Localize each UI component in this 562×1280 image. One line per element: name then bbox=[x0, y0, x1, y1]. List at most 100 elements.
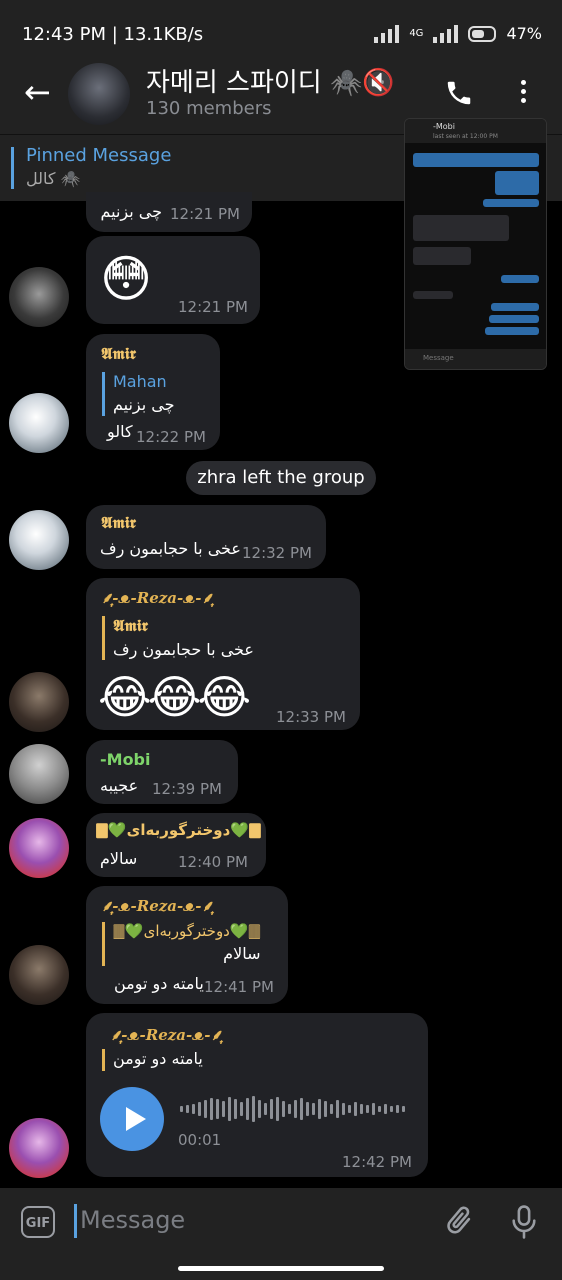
play-icon bbox=[126, 1107, 146, 1131]
message-bubble[interactable]: 𝕬𝖒𝖎𝖗 Mahan چی بزنیم کالو 12:22 PM bbox=[86, 334, 220, 450]
message-bubble[interactable]: ⸙͎-ᴥ-𝑹𝒆𝒛𝒂-ᴥ-⸙͎ 𝕬𝖒𝖎𝖗 عخی با حجابمون رف 😂😂… bbox=[86, 578, 360, 730]
pinned-indicator bbox=[11, 147, 14, 189]
reply-text: سالام bbox=[223, 944, 261, 963]
phone-icon[interactable] bbox=[444, 78, 474, 112]
reply-preview[interactable]: Mahan چی بزنیم bbox=[102, 372, 175, 416]
pinned-text: كالل 🕷️ bbox=[26, 169, 81, 188]
avatar[interactable] bbox=[9, 1118, 69, 1178]
screenshot-preview[interactable]: -Mobi last seen at 12:00 PM Message bbox=[404, 118, 547, 370]
back-arrow-icon[interactable]: ← bbox=[24, 76, 51, 108]
waveform-bar bbox=[324, 1101, 327, 1117]
battery-percent: 47% bbox=[506, 24, 542, 43]
emoji: 😳 bbox=[100, 250, 153, 308]
group-avatar[interactable] bbox=[68, 63, 130, 125]
message-text: عجیبه bbox=[100, 776, 139, 795]
waveform-bar bbox=[216, 1099, 219, 1119]
waveform-bar bbox=[378, 1106, 381, 1112]
message-input-bar: GIF Message bbox=[0, 1188, 562, 1280]
waveform-bar bbox=[402, 1106, 405, 1112]
reply-text: یامته دو تومن bbox=[113, 1049, 203, 1068]
message-time: 12:33 PM bbox=[276, 708, 346, 726]
sender-name: 𝕬𝖒𝖎𝖗 bbox=[101, 513, 136, 532]
more-options-icon[interactable] bbox=[521, 80, 527, 107]
message-bubble[interactable]: 𝕬𝖒𝖎𝖗 عخی با حجابمون رف 12:32 PM bbox=[86, 505, 326, 569]
status-time-speed: 12:43 PM | 13.1KB/s bbox=[22, 24, 204, 45]
waveform-bar bbox=[228, 1097, 231, 1121]
thumb-bubble bbox=[483, 199, 539, 207]
message-time: 12:22 PM bbox=[136, 428, 206, 446]
pinned-label: Pinned Message bbox=[26, 145, 172, 166]
waveform-bar bbox=[330, 1104, 333, 1114]
text-cursor bbox=[74, 1204, 77, 1238]
sender-name: -Mobi bbox=[100, 750, 151, 769]
waveform-bar bbox=[318, 1099, 321, 1119]
waveform-bar bbox=[258, 1100, 261, 1118]
cell-signal-icon bbox=[433, 24, 459, 43]
wifi-signal-icon bbox=[374, 24, 400, 43]
message-time: 12:41 PM bbox=[204, 978, 274, 996]
group-title[interactable]: 자메리 스파이디 🕷️🔇 bbox=[146, 62, 395, 99]
waveform-bar bbox=[180, 1106, 183, 1112]
waveform-bar bbox=[384, 1104, 387, 1114]
avatar[interactable] bbox=[9, 267, 69, 327]
network-type: 4G bbox=[409, 28, 424, 39]
thumb-bubble bbox=[501, 275, 539, 283]
voice-duration: 00:01 bbox=[178, 1131, 222, 1149]
reply-sender: Mahan bbox=[113, 372, 167, 391]
message-bubble[interactable]: چی بزنیم 12:21 PM bbox=[86, 192, 252, 232]
thumb-bubble bbox=[485, 327, 539, 335]
message-time: 12:21 PM bbox=[178, 298, 248, 316]
waveform-bar bbox=[192, 1104, 195, 1114]
waveform-bar bbox=[186, 1105, 189, 1113]
thumb-header: -Mobi last seen at 12:00 PM bbox=[405, 119, 546, 143]
message-bubble[interactable]: 😳 12:21 PM bbox=[86, 236, 260, 324]
waveform-bar bbox=[276, 1097, 279, 1121]
voice-waveform[interactable] bbox=[180, 1092, 410, 1126]
play-button[interactable] bbox=[100, 1087, 164, 1151]
reply-preview[interactable]: 𝕬𝖒𝖎𝖗 عخی با حجابمون رف bbox=[102, 616, 254, 660]
sender-name: ⸙͎-ᴥ-𝑹𝒆𝒛𝒂-ᴥ-⸙͎ bbox=[101, 589, 213, 607]
reply-sender: 🀫💚دوخترگوربه‌ای💚🀫 bbox=[113, 922, 261, 940]
reply-preview[interactable]: یامته دو تومن bbox=[102, 1049, 203, 1071]
message-bubble[interactable]: 🀫💚دوخترگوربه‌ای💚🀫 سالام 12:40 PM bbox=[86, 813, 266, 877]
microphone-icon[interactable] bbox=[508, 1204, 540, 1244]
waveform-bar bbox=[240, 1102, 243, 1116]
waveform-bar bbox=[360, 1104, 363, 1114]
waveform-bar bbox=[204, 1100, 207, 1118]
battery-icon bbox=[468, 25, 497, 42]
waveform-bar bbox=[348, 1105, 351, 1113]
avatar[interactable] bbox=[9, 393, 69, 453]
waveform-bar bbox=[372, 1103, 375, 1115]
waveform-bar bbox=[294, 1100, 297, 1118]
waveform-bar bbox=[390, 1106, 393, 1112]
reply-text: چی بزنیم bbox=[113, 395, 175, 414]
message-text: سالام bbox=[100, 849, 138, 868]
avatar[interactable] bbox=[9, 510, 69, 570]
member-count: 130 members bbox=[146, 98, 272, 119]
waveform-bar bbox=[300, 1098, 303, 1120]
waveform-bar bbox=[282, 1101, 285, 1117]
thumb-status: last seen at 12:00 PM bbox=[433, 133, 498, 140]
avatar[interactable] bbox=[9, 744, 69, 804]
waveform-bar bbox=[246, 1098, 249, 1120]
avatar[interactable] bbox=[9, 945, 69, 1005]
paperclip-icon[interactable] bbox=[442, 1204, 476, 1242]
avatar[interactable] bbox=[9, 818, 69, 878]
message-bubble[interactable]: -Mobi عجیبه 12:39 PM bbox=[86, 740, 238, 804]
thumb-bubble bbox=[489, 315, 539, 323]
thumb-chat-name: -Mobi bbox=[433, 122, 455, 131]
thumb-input: Message bbox=[405, 349, 546, 369]
waveform-bar bbox=[354, 1102, 357, 1116]
message-input[interactable]: Message bbox=[80, 1206, 185, 1234]
waveform-bar bbox=[252, 1096, 255, 1122]
message-bubble[interactable]: ⸙͎-ᴥ-𝑹𝒆𝒛𝒂-ᴥ-⸙͎ 🀫💚دوخترگوربه‌ای💚🀫 سالام ی… bbox=[86, 886, 288, 1004]
message-text: یامته دو تومن bbox=[114, 974, 204, 993]
status-icons: 4G 47% bbox=[374, 24, 542, 43]
home-indicator bbox=[178, 1266, 384, 1271]
gif-button[interactable]: GIF bbox=[21, 1206, 55, 1238]
system-message: zhra left the group bbox=[186, 461, 376, 495]
reply-preview[interactable]: 🀫💚دوخترگوربه‌ای💚🀫 سالام bbox=[102, 922, 260, 966]
avatar[interactable] bbox=[9, 672, 69, 732]
thumb-bubble bbox=[413, 215, 509, 241]
message-time: 12:39 PM bbox=[152, 780, 222, 798]
